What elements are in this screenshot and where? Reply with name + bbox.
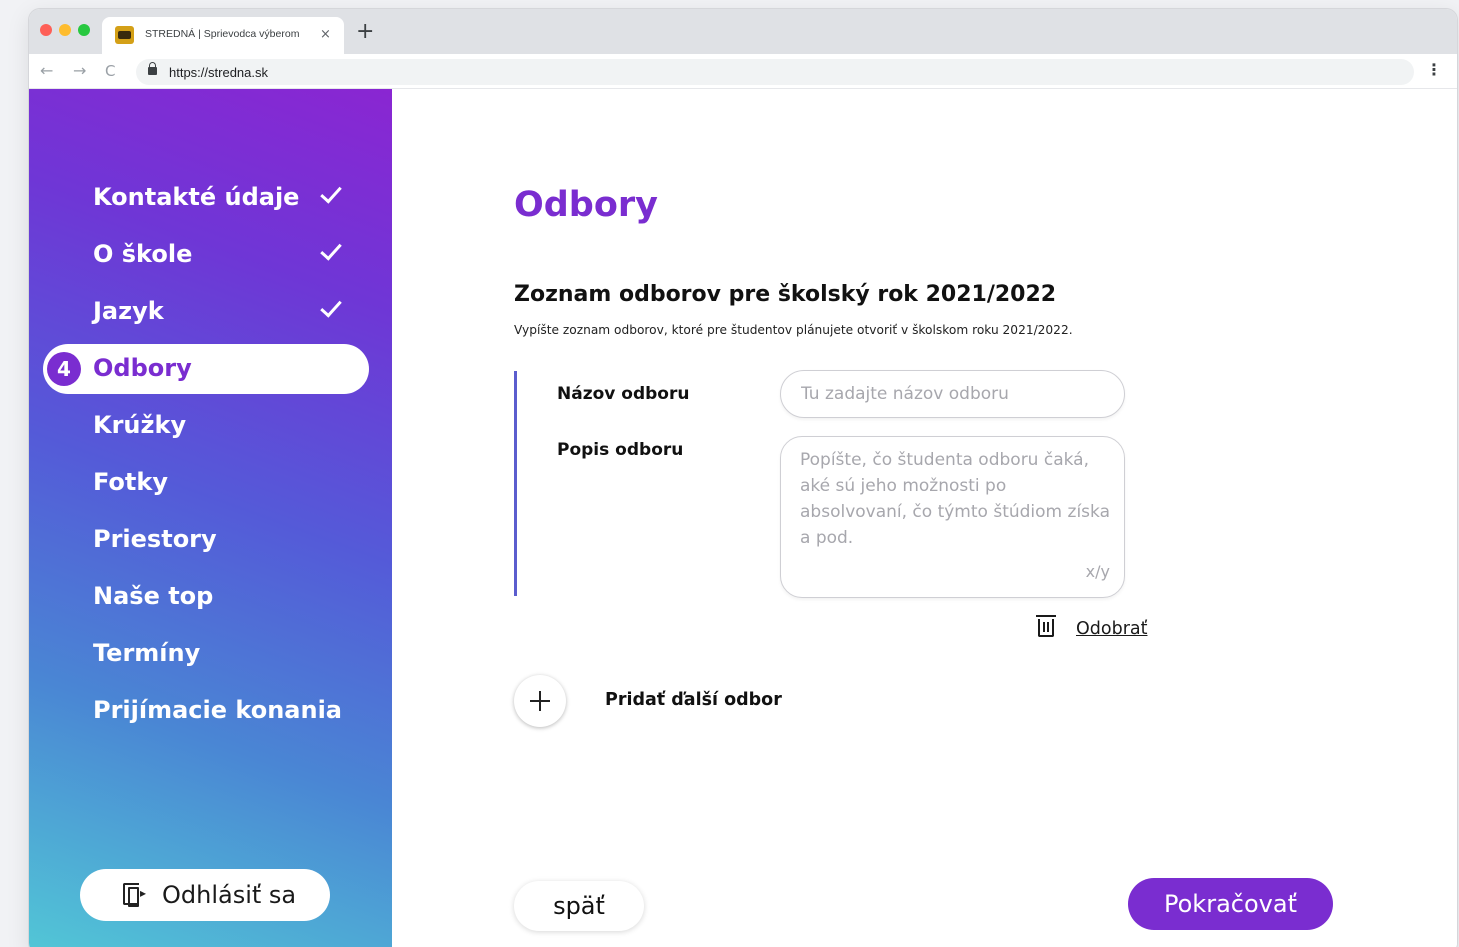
step-label: Prijímacie konania — [93, 696, 342, 724]
logout-arrow-icon: ▸ — [140, 886, 147, 900]
tab-close-icon[interactable]: × — [320, 27, 331, 42]
logout-button[interactable]: ▸ Odhlásiť sa — [80, 869, 330, 921]
forward-arrow-icon[interactable]: → — [73, 60, 86, 82]
browser-toolbar: ← → C https://stredna.sk ⋮ — [29, 54, 1457, 89]
continue-button[interactable]: Pokračovať — [1128, 878, 1333, 930]
step-odbory[interactable]: 4 Odbory — [43, 344, 369, 394]
checkmark-icon — [320, 181, 342, 204]
minimize-window-button[interactable] — [59, 24, 71, 36]
url-text: https://stredna.sk — [169, 65, 268, 80]
new-tab-button[interactable]: + — [356, 19, 374, 45]
name-field-label: Názov odboru — [557, 384, 690, 404]
step-label: Odbory — [93, 354, 192, 382]
plus-icon — [530, 691, 550, 711]
step-nase-top[interactable]: Naše top — [43, 572, 369, 622]
back-button[interactable]: späť — [514, 881, 644, 931]
tab-title: STREDNÁ | Sprievodca výberom — [145, 28, 300, 40]
logout-door-icon — [123, 883, 139, 907]
maximize-window-button[interactable] — [78, 24, 90, 36]
remove-field-link[interactable]: Odobrať — [1076, 619, 1147, 639]
step-number-badge: 4 — [47, 352, 81, 386]
character-counter: x/y — [1085, 562, 1110, 581]
steps-sidebar: Kontakté údaje O škole Jazyk 4 Odbory Kr… — [29, 89, 392, 947]
step-label: Termíny — [93, 639, 201, 667]
main-content: Odbory Zoznam odborov pre školský rok 20… — [392, 89, 1457, 947]
close-window-button[interactable] — [40, 24, 52, 36]
site-favicon-icon — [115, 26, 134, 44]
field-group-accent-bar — [514, 371, 517, 596]
reload-icon[interactable]: C — [105, 60, 115, 82]
step-label: Jazyk — [93, 297, 164, 325]
step-label: O škole — [93, 240, 193, 268]
step-label: Krúžky — [93, 411, 187, 439]
browser-window: STREDNÁ | Sprievodca výberom × + ← → C h… — [29, 9, 1457, 947]
step-label: Kontakté údaje — [93, 183, 300, 211]
step-jazyk[interactable]: Jazyk — [43, 287, 369, 337]
step-fotky[interactable]: Fotky — [43, 458, 369, 508]
step-label: Priestory — [93, 525, 217, 553]
description-field[interactable]: x/y — [780, 436, 1125, 598]
tab-strip: STREDNÁ | Sprievodca výberom × + — [29, 9, 1457, 54]
address-bar[interactable]: https://stredna.sk — [136, 59, 1414, 85]
step-label: Naše top — [93, 582, 214, 610]
checkmark-icon — [320, 295, 342, 318]
section-description: Vypíšte zoznam odborov, ktoré pre študen… — [514, 323, 1073, 337]
step-kontaktne-udaje[interactable]: Kontakté údaje — [43, 173, 369, 223]
logout-label: Odhlásiť sa — [162, 881, 297, 909]
description-field-label: Popis odboru — [557, 440, 684, 460]
step-o-skole[interactable]: O škole — [43, 230, 369, 280]
checkmark-icon — [320, 238, 342, 261]
add-field-button[interactable] — [514, 675, 566, 727]
add-field-label[interactable]: Pridať ďalší odbor — [605, 690, 782, 710]
field-name-input[interactable] — [780, 370, 1125, 418]
lock-icon — [148, 62, 157, 75]
back-arrow-icon[interactable]: ← — [40, 60, 53, 82]
browser-menu-icon[interactable]: ⋮ — [1426, 59, 1442, 81]
step-label: Fotky — [93, 468, 168, 496]
step-terminy[interactable]: Termíny — [43, 629, 369, 679]
step-prijimacie-konania[interactable]: Prijímacie konania — [43, 686, 369, 736]
field-description-textarea[interactable] — [800, 447, 1115, 559]
step-priestory[interactable]: Priestory — [43, 515, 369, 565]
browser-tab[interactable]: STREDNÁ | Sprievodca výberom × — [102, 17, 344, 54]
step-kruzky[interactable]: Krúžky — [43, 401, 369, 451]
trash-icon[interactable] — [1036, 615, 1056, 637]
page-title: Odbory — [514, 185, 658, 225]
section-title: Zoznam odborov pre školský rok 2021/2022 — [514, 282, 1057, 307]
